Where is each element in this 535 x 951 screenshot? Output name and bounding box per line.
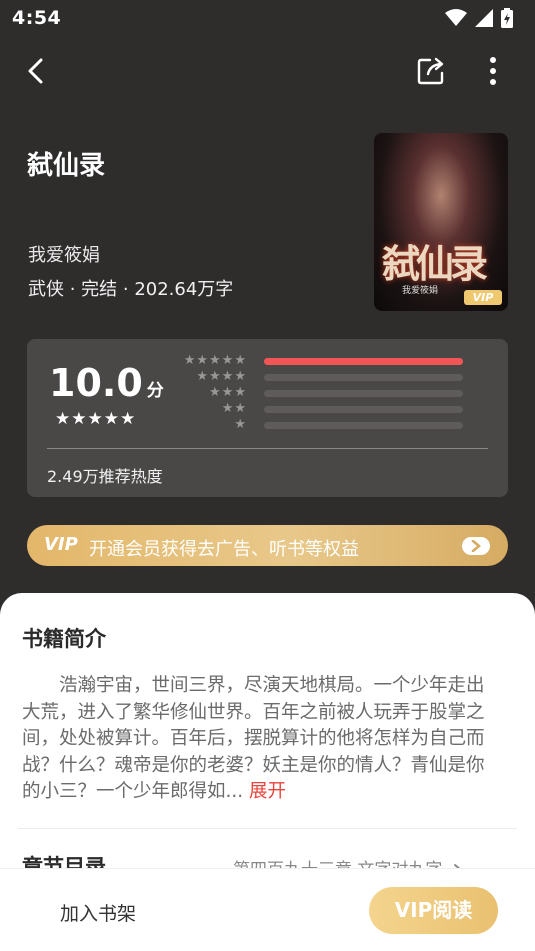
rating-row-stars: ★★★★ <box>196 369 247 384</box>
cover-vip-badge: VIP <box>464 290 502 305</box>
cover-author: 我爱筱娟 <box>402 286 439 296</box>
rating-row: ★★★★ <box>171 369 471 385</box>
intro-heading: 书籍简介 <box>22 627 106 651</box>
divider <box>47 448 488 449</box>
score-stars: ★★★★★ <box>55 409 137 429</box>
rating-row-bar <box>264 406 463 413</box>
share-icon[interactable] <box>416 56 446 86</box>
rating-row-stars: ★★★★★ <box>183 353 247 368</box>
status-bar: 4:54 <box>0 0 535 36</box>
recommend-heat: 2.49万推荐热度 <box>47 467 163 486</box>
vip-read-button[interactable]: VIP阅读 <box>369 887 498 934</box>
book-title: 弑仙录 <box>27 151 106 181</box>
vip-logo: VIP <box>44 534 78 555</box>
score-unit: 分 <box>146 381 164 401</box>
rating-row: ★★★★★ <box>171 353 471 369</box>
rating-card: 10.0 分 ★★★★★ ★★★★★ ★★★★ ★★★ ★★ ★ 2.49万推荐热度 <box>27 339 508 497</box>
rating-row: ★★★ <box>171 385 471 401</box>
rating-score: 10.0 分 <box>49 361 164 405</box>
book-cover[interactable]: 弑仙录 我爱筱娟 VIP <box>374 133 508 311</box>
vip-banner-text: 开通会员获得去广告、听书等权益 <box>89 539 359 560</box>
status-time: 4:54 <box>12 7 62 29</box>
add-to-shelf-button[interactable]: 加入书架 <box>60 899 136 926</box>
chevron-right-icon <box>462 537 490 555</box>
rating-row-bar <box>264 422 463 429</box>
rating-row: ★ <box>171 417 471 433</box>
battery-icon <box>501 8 513 28</box>
intro-text: 浩瀚宇宙，世间三界，尽演天地棋局。一个少年走出大荒，进入了繁华修仙世界。百年之前… <box>22 673 502 806</box>
top-bar <box>0 48 535 94</box>
expand-link[interactable]: 展开 <box>249 781 286 802</box>
rating-row-fill <box>264 358 463 365</box>
status-icons <box>445 8 513 28</box>
rating-row-stars: ★ <box>234 417 247 432</box>
rating-row-bar <box>264 390 463 397</box>
section-divider <box>18 828 517 829</box>
signal-icon <box>475 9 493 27</box>
bottom-action-bar: 加入书架 VIP阅读 <box>0 868 535 951</box>
rating-row: ★★ <box>171 401 471 417</box>
cover-title: 弑仙录 <box>382 241 488 286</box>
more-options-icon[interactable] <box>480 56 506 86</box>
rating-row-stars: ★★★ <box>209 385 247 400</box>
wifi-icon <box>445 9 467 26</box>
score-value: 10.0 <box>49 361 143 405</box>
rating-row-bar <box>264 358 463 365</box>
rating-row-stars: ★★ <box>221 401 247 416</box>
rating-row-bar <box>264 374 463 381</box>
book-meta: 武侠 · 完结 · 202.64万字 <box>28 279 234 300</box>
book-author[interactable]: 我爱筱娟 <box>28 241 100 267</box>
vip-membership-banner[interactable]: VIP 开通会员获得去广告、听书等权益 <box>27 525 508 566</box>
back-arrow-icon[interactable] <box>22 56 50 86</box>
